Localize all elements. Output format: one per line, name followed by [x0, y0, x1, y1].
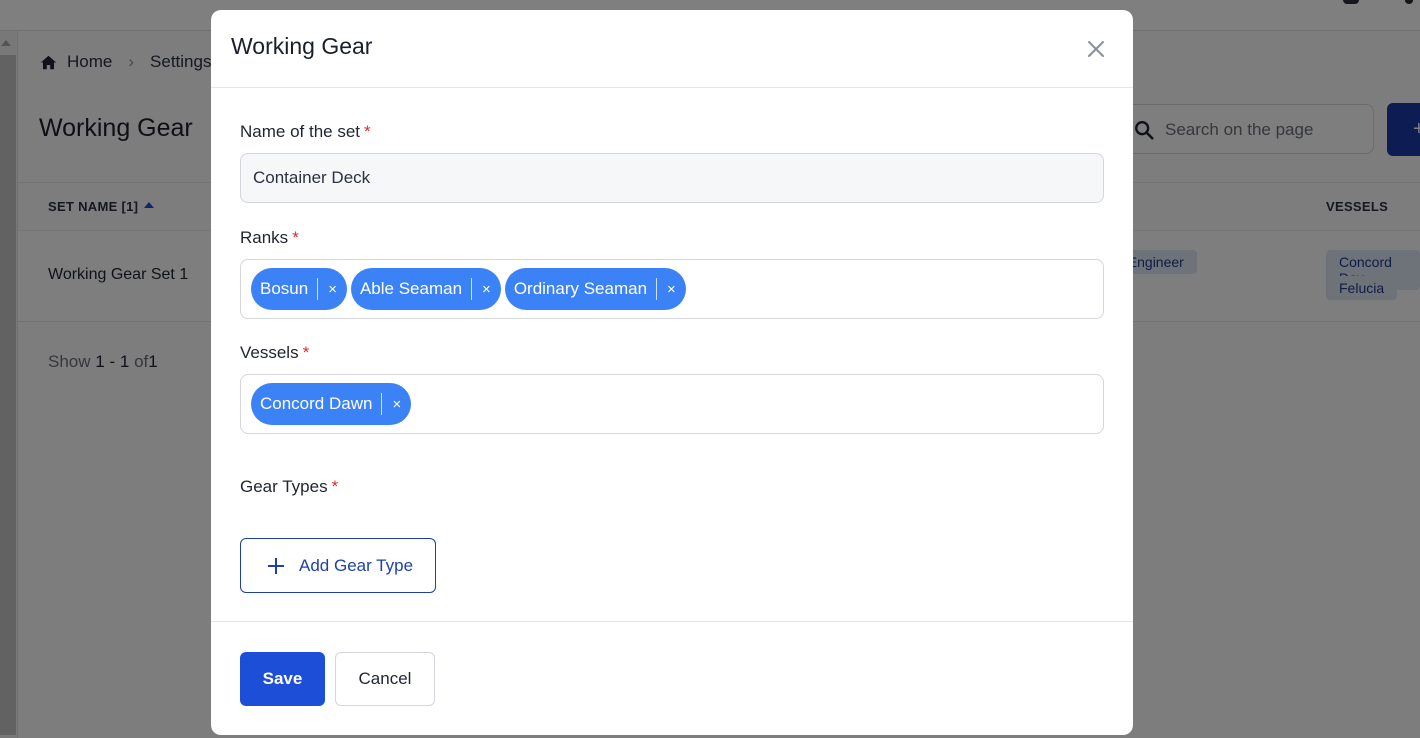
- tag-label: Bosun: [260, 279, 309, 298]
- cancel-button[interactable]: Cancel: [335, 652, 435, 706]
- working-gear-modal: Working Gear Name of the set* Ranks* Bos…: [211, 10, 1133, 735]
- label-text: Name of the set: [240, 122, 361, 141]
- tag-divider: [471, 278, 473, 300]
- tag-divider: [656, 278, 658, 300]
- required-marker: *: [302, 343, 310, 362]
- rank-tag-ordinary-seaman: Ordinary Seaman ×: [504, 268, 686, 310]
- ranks-multiselect[interactable]: Bosun × Able Seaman × Ordinary Seaman ×: [240, 259, 1104, 319]
- set-name-label: Name of the set *: [240, 122, 371, 142]
- add-gear-type-label: Add Gear Type: [299, 555, 414, 575]
- vessels-multiselect[interactable]: Concord Dawn ×: [240, 374, 1104, 434]
- remove-tag-icon[interactable]: ×: [326, 282, 339, 297]
- tag-label: Able Seaman: [359, 279, 463, 298]
- tag-divider: [317, 278, 319, 300]
- remove-tag-icon[interactable]: ×: [665, 282, 678, 297]
- save-button[interactable]: Save: [240, 652, 325, 706]
- remove-tag-icon[interactable]: ×: [480, 282, 493, 297]
- add-gear-type-button[interactable]: Add Gear Type: [240, 538, 436, 593]
- set-name-input[interactable]: [240, 153, 1104, 203]
- vessels-label: Vessels *: [240, 343, 309, 363]
- tag-label: Concord Dawn: [260, 394, 373, 413]
- rank-tag-bosun: Bosun ×: [251, 268, 347, 310]
- required-marker: *: [292, 228, 299, 247]
- close-icon[interactable]: [1085, 38, 1107, 60]
- tag-divider: [381, 393, 383, 415]
- required-marker: *: [331, 477, 339, 496]
- label-text: Vessels: [240, 343, 299, 362]
- label-text: Ranks: [240, 228, 289, 247]
- label-text: Gear Types: [240, 477, 328, 496]
- ranks-label: Ranks *: [240, 228, 299, 248]
- tag-label: Ordinary Seaman: [513, 279, 648, 298]
- modal-title: Working Gear: [231, 33, 373, 59]
- plus-icon: [268, 557, 284, 574]
- required-marker: *: [364, 122, 371, 141]
- rank-tag-able-seaman: Able Seaman ×: [350, 268, 501, 310]
- remove-tag-icon[interactable]: ×: [390, 397, 403, 412]
- gear-types-label: Gear Types *: [240, 477, 338, 497]
- modal-header: Working Gear: [211, 10, 1133, 88]
- modal-footer: Save Cancel: [211, 621, 1133, 735]
- vessel-tag-concord-dawn: Concord Dawn ×: [251, 383, 412, 425]
